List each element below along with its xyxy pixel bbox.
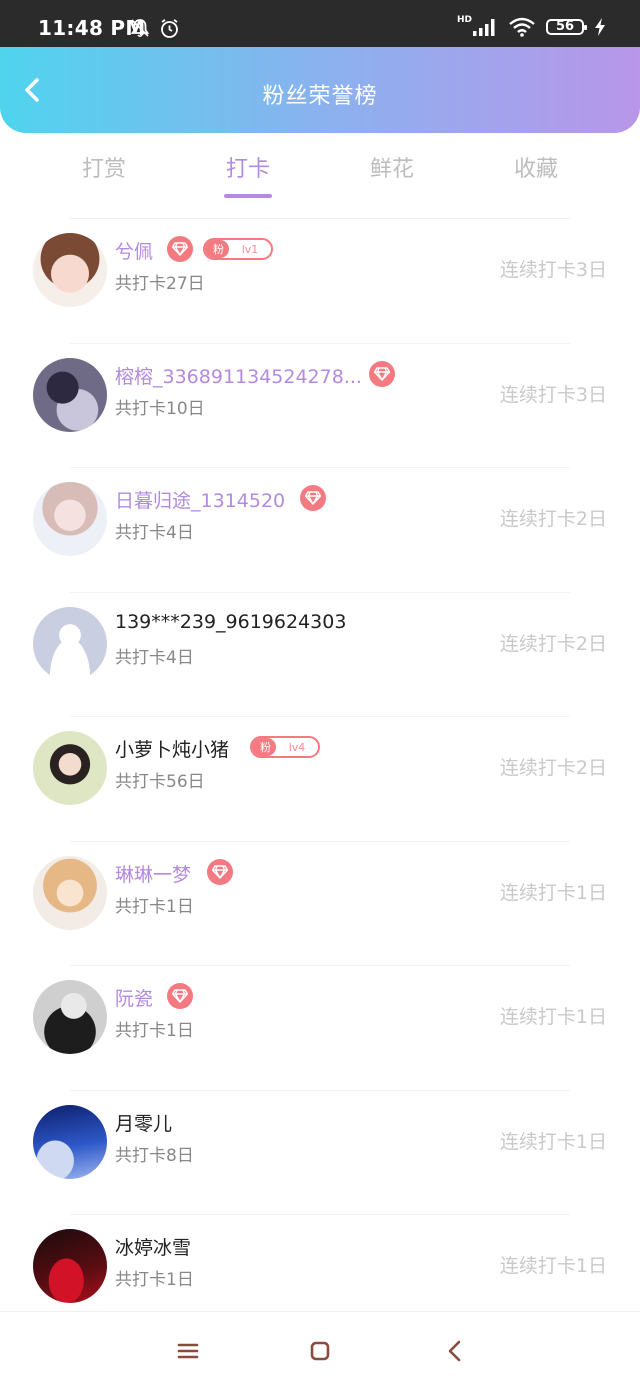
fan-level-badge: 粉 lv4 (250, 736, 320, 758)
fan-row[interactable]: 月零儿共打卡8日 连续打卡1日 (0, 1091, 640, 1215)
avatar[interactable] (33, 233, 107, 307)
avatar[interactable] (33, 980, 107, 1054)
fan-name: 日暮归途_1314520 (115, 490, 286, 512)
diamond-icon (207, 858, 233, 885)
fan-badge-label: 粉 (205, 240, 229, 258)
avatar[interactable] (33, 1229, 107, 1303)
network-type-label: HD (456, 15, 472, 25)
avatar[interactable] (33, 1104, 107, 1179)
system-nav-bar (0, 1311, 640, 1388)
fan-name: 小萝卜炖小猪 (115, 739, 230, 761)
status-bar: 11:48 PM HD 56 (0, 0, 640, 47)
checkin-streak: 连续打卡1日 (499, 1255, 607, 1277)
tab-reward[interactable]: 打赏 (49, 151, 159, 183)
fan-row[interactable]: 139***239_9619624303 共打卡4日 连续打卡2日 (0, 593, 640, 717)
badge-group (300, 485, 326, 511)
fan-name: 兮佩 (115, 241, 154, 263)
tab-flowers[interactable]: 鲜花 (337, 151, 447, 183)
badge-group: 粉 lv1 (167, 236, 273, 262)
fan-list: 兮佩粉 lv1 共打卡27日 连续打卡3日 榕榕_336891134524278... 共… (0, 219, 640, 1340)
total-checkins: 共打卡1日 (115, 896, 194, 917)
fan-name: 阮瓷 (115, 988, 154, 1010)
diamond-icon (167, 236, 193, 262)
fan-name: 琳琳一梦 (115, 863, 192, 886)
header-bar: 粉丝荣誉榜 (0, 47, 640, 133)
tab-bar: 打赏 打卡 鲜花 收藏 (0, 133, 640, 219)
badge-group (207, 858, 233, 885)
charging-icon (595, 18, 605, 36)
wifi-icon (509, 17, 535, 37)
badge-group (167, 983, 193, 1009)
signal-icon (473, 19, 495, 36)
checkin-streak: 连续打卡2日 (499, 757, 607, 779)
fan-row[interactable]: 兮佩 粉 lv1 共打卡27日 连续打卡3日 (0, 219, 640, 344)
menu-icon[interactable] (173, 1336, 203, 1366)
avatar[interactable] (33, 606, 107, 681)
diamond-icon (369, 360, 395, 387)
total-checkins: 共打卡1日 (115, 1270, 194, 1290)
fan-level-badge: 粉 lv1 (203, 238, 273, 260)
fan-badge-level: lv1 (241, 242, 259, 256)
checkin-streak: 连续打卡3日 (499, 259, 607, 281)
tab-checkin[interactable]: 打卡 (193, 151, 303, 183)
home-square-icon[interactable] (305, 1336, 335, 1366)
fan-badge-label: 粉 (252, 738, 276, 756)
fan-name: 139***239_9619624303 (115, 610, 347, 633)
checkin-streak: 连续打卡2日 (499, 508, 607, 530)
fan-row[interactable]: 琳琳一梦共打卡1日 连续打卡1日 (0, 842, 640, 966)
fan-badge-level: lv4 (288, 740, 306, 754)
fan-row[interactable]: 小萝卜炖小猪 粉 lv4 共打卡56日 连续打卡2日 (0, 717, 640, 842)
total-checkins: 共打卡56日 (115, 772, 205, 792)
checkin-streak: 连续打卡1日 (499, 1006, 607, 1028)
checkin-streak: 连续打卡1日 (499, 881, 607, 904)
back-triangle-icon[interactable] (440, 1336, 470, 1366)
tab-favorites[interactable]: 收藏 (481, 151, 591, 183)
fan-name: 榕榕_336891134524278... (115, 365, 362, 388)
fan-row[interactable]: 阮瓷共打卡1日 连续打卡1日 (0, 966, 640, 1091)
avatar[interactable] (33, 731, 107, 805)
total-checkins: 共打卡10日 (115, 398, 205, 419)
diamond-icon (167, 983, 193, 1009)
fan-row[interactable]: 榕榕_336891134524278... 共打卡10日 连续打卡3日 (0, 344, 640, 468)
badge-group: 粉 lv4 (250, 734, 320, 760)
fan-row[interactable]: 日暮归途_1314520 共打卡4日 连续打卡2日 (0, 468, 640, 593)
badge-group (369, 360, 395, 387)
tab-active-indicator (224, 194, 272, 198)
battery-level: 56 (555, 19, 575, 34)
checkin-streak: 连续打卡2日 (499, 632, 607, 655)
total-checkins: 共打卡27日 (115, 274, 205, 294)
checkin-streak: 连续打卡3日 (499, 383, 607, 406)
page-title: 粉丝荣誉榜 (262, 84, 378, 109)
avatar[interactable] (33, 357, 107, 432)
alarm-icon (161, 19, 178, 38)
battery-icon: 56 (546, 19, 587, 35)
avatar[interactable] (33, 482, 107, 556)
total-checkins: 共打卡4日 (115, 523, 194, 543)
diamond-icon (300, 485, 326, 511)
total-checkins: 共打卡4日 (115, 647, 194, 668)
fan-name: 冰婷冰雪 (115, 1237, 192, 1259)
avatar[interactable] (33, 855, 107, 930)
bell-muted-icon (130, 19, 150, 38)
total-checkins: 共打卡8日 (115, 1145, 194, 1166)
fan-name: 月零儿 (115, 1112, 173, 1135)
total-checkins: 共打卡1日 (115, 1021, 194, 1041)
checkin-streak: 连续打卡1日 (499, 1130, 607, 1153)
